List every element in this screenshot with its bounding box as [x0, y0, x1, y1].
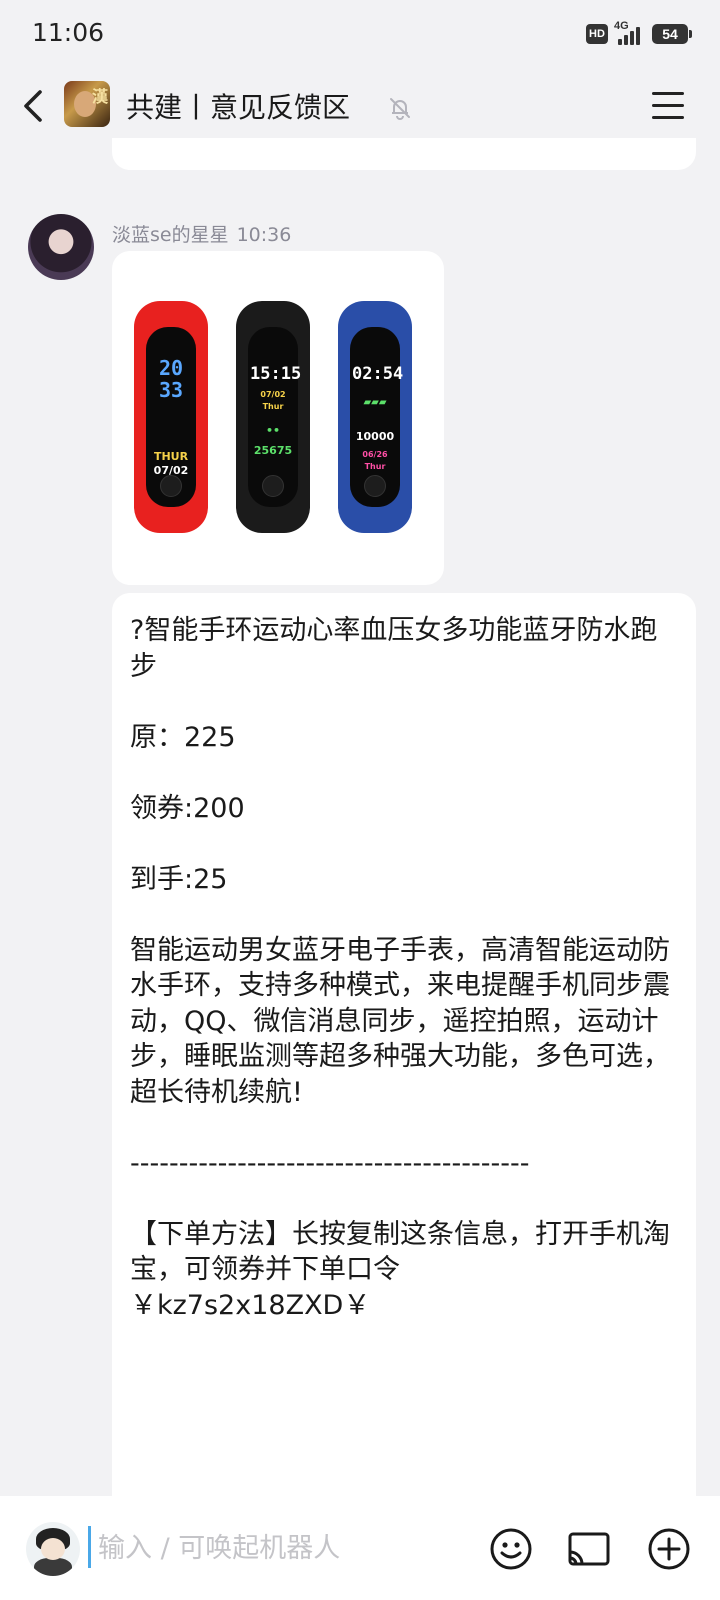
- plus-circle-icon: [648, 1528, 690, 1570]
- sender-name[interactable]: 淡蓝se的星星: [112, 224, 229, 246]
- screen-cast-icon: [568, 1532, 610, 1566]
- message-input[interactable]: [98, 1528, 458, 1568]
- hd-voice-badge: HD: [586, 24, 608, 44]
- band-black-date: 07/02 Thur: [260, 390, 286, 411]
- hamburger-menu-button[interactable]: [648, 86, 688, 126]
- group-avatar[interactable]: 漢: [64, 81, 110, 127]
- chat-input-bar: [0, 1496, 720, 1600]
- screen-cast-button[interactable]: [566, 1526, 612, 1572]
- group-avatar-char: 漢: [91, 87, 108, 106]
- back-button[interactable]: [18, 86, 54, 126]
- band-black-time: 15:15: [250, 364, 302, 384]
- hamburger-menu-icon: [652, 92, 684, 95]
- product-image-message[interactable]: 20 33 THUR 07/02 15:15 07/02 Thur •• 256…: [112, 251, 444, 585]
- band-blue-steps: 10000: [355, 430, 395, 443]
- band-blue-shoe-icon: ▰▰▰: [363, 397, 387, 408]
- add-more-button[interactable]: [646, 1526, 692, 1572]
- status-bar: 11:06 HD 4G 54: [0, 0, 720, 66]
- previous-message-bubble[interactable]: [112, 138, 696, 170]
- message-text[interactable]: ?智能手环运动心率血压女多功能蓝牙防水跑步 原：225 领券:200 到手:25…: [130, 613, 680, 1323]
- band-red-time: 20 33: [158, 356, 184, 402]
- fitness-band-blue: 02:54 ▰▰▰ 10000 06/26 Thur: [338, 301, 412, 533]
- status-time: 11:06: [32, 18, 105, 47]
- fitness-band-red: 20 33 THUR 07/02: [134, 301, 208, 533]
- bell-off-icon: [386, 94, 414, 122]
- message-time: 10:36: [236, 224, 292, 246]
- signal-strength-icon: [618, 25, 646, 45]
- band-blue-time: 02:54: [352, 364, 404, 384]
- group-title[interactable]: 共建丨意见反馈区: [126, 86, 350, 126]
- chevron-left-icon: [24, 90, 42, 122]
- emoji-button[interactable]: [488, 1526, 534, 1572]
- text-caret: [88, 1526, 91, 1568]
- band-blue-date: 06/26 Thur: [362, 450, 388, 471]
- battery-icon: 54: [652, 24, 692, 44]
- message-meta: 淡蓝se的星星 10:36: [112, 220, 299, 247]
- product-text-message[interactable]: ?智能手环运动心率血压女多功能蓝牙防水跑步 原：225 领券:200 到手:25…: [112, 593, 696, 1513]
- my-avatar[interactable]: [26, 1522, 80, 1576]
- sender-avatar[interactable]: [28, 214, 94, 280]
- chat-header: 漢 共建丨意见反馈区: [0, 66, 720, 146]
- band-black-steps: 25675: [253, 444, 293, 457]
- fitness-band-black: 15:15 07/02 Thur •• 25675: [236, 301, 310, 533]
- band-red-day: THUR: [153, 450, 189, 463]
- band-black-steps-icon: ••: [265, 424, 281, 437]
- smiley-icon: [490, 1528, 532, 1570]
